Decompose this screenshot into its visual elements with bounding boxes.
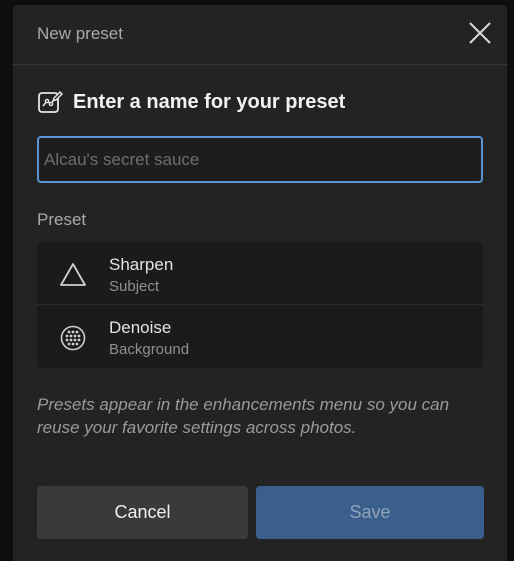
triangle-icon [59,261,87,289]
preset-name-input[interactable] [37,136,483,183]
preset-item-name: Denoise [109,318,172,337]
preset-item-target: Subject [109,278,160,295]
preset-list: Sharpen Subject Denoise Background [37,242,483,368]
preset-item-name: Sharpen [109,255,174,274]
close-icon[interactable] [467,20,493,46]
preset-edit-icon [37,89,64,115]
preset-label: Preset [37,210,87,229]
preset-item-sharpen: Sharpen Subject [37,242,483,305]
grid-dots-icon [59,324,87,352]
save-button[interactable]: Save [256,486,484,539]
dialog-header: New preset [13,5,507,65]
dialog-title: New preset [37,24,123,43]
new-preset-dialog: New preset Enter a name for your preset … [13,5,507,561]
name-section-heading: Enter a name for your preset [37,89,345,115]
preset-hint-text: Presets appear in the enhancements menu … [37,395,450,437]
name-section-title: Enter a name for your preset [73,90,346,113]
preset-item-denoise: Denoise Background [37,305,483,368]
cancel-button[interactable]: Cancel [37,486,248,539]
preset-item-target: Background [109,341,190,358]
